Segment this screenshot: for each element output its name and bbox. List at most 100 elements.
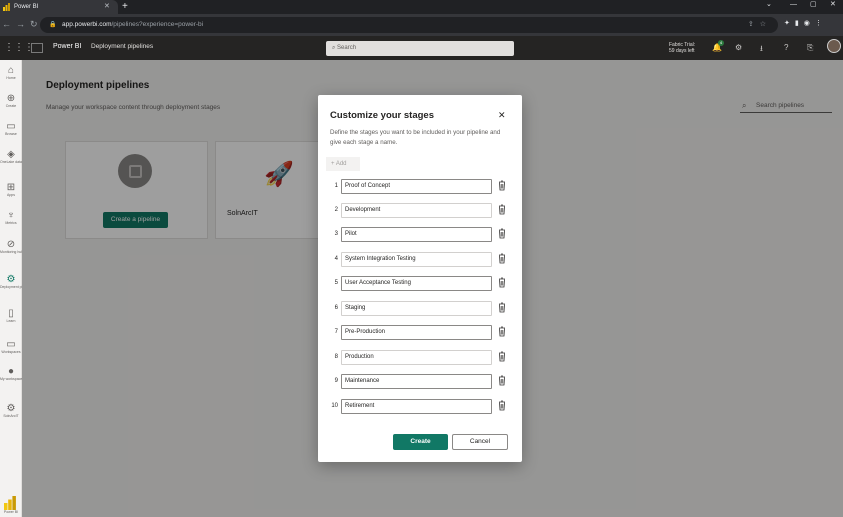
stage-name-input[interactable]: User Acceptance Testing [341, 276, 492, 291]
app-name[interactable]: Power BI [53, 43, 81, 50]
app-launcher-icon[interactable]: ⋮⋮⋮ [4, 42, 34, 53]
stage-name-input[interactable]: Production [341, 350, 492, 365]
maximize-icon[interactable]: ▢ [810, 0, 817, 10]
left-nav-rail: ⌂Home ⊕Create ▭Browse ◈OneLake data hub … [0, 60, 22, 517]
create-button[interactable]: Create [393, 434, 448, 450]
stage-row: 7 Pre-Production [318, 325, 522, 340]
delete-stage-icon[interactable] [498, 204, 506, 215]
add-stage-button[interactable]: + Add [326, 157, 360, 171]
delete-stage-icon[interactable] [498, 326, 506, 337]
delete-stage-icon[interactable] [498, 375, 506, 386]
nav-learn[interactable]: ▯ Learn [0, 308, 22, 324]
stage-name-input[interactable]: Proof of Concept [341, 179, 492, 194]
download-icon[interactable]: ⭳ [760, 43, 763, 57]
delete-stage-icon[interactable] [498, 180, 506, 191]
dialog-title: Customize your stages [330, 110, 434, 121]
pipeline-icon: ⚙ [6, 274, 16, 285]
header-search-placeholder: Search [337, 45, 357, 51]
nav-browse[interactable]: ▭ Browse [0, 121, 22, 137]
back-icon[interactable]: ← [2, 19, 11, 29]
nav-my-workspace[interactable]: ● My workspace [0, 366, 22, 382]
search-icon: ⌕ [332, 45, 336, 51]
stage-name-input[interactable]: Maintenance [341, 374, 492, 389]
profile-avatar[interactable] [827, 39, 841, 53]
nav-create[interactable]: ⊕ Create [0, 93, 22, 109]
nav-workspaces[interactable]: ▭ Workspaces [0, 339, 22, 355]
omnibox-actions[interactable]: ⇪☆ [748, 17, 772, 33]
nav-deployment-pipelines[interactable]: ⚙Deployment pipelines [0, 274, 22, 290]
stage-number: 10 [331, 403, 338, 409]
powerbi-logo-label: Power BI [3, 510, 19, 514]
stage-row: 9 Maintenance [318, 374, 522, 389]
nav-apps[interactable]: ⊞ Apps [0, 182, 22, 198]
stage-row: 4 System Integration Testing [318, 252, 522, 267]
create-icon: ⊕ [6, 93, 16, 104]
breadcrumb: Deployment pipelines [91, 43, 154, 50]
forward-icon[interactable]: → [16, 19, 25, 29]
delete-stage-icon[interactable] [498, 302, 506, 313]
stage-name-input[interactable]: Pilot [341, 227, 492, 242]
url-path: /pipelines?experience=power-bi [111, 21, 204, 28]
delete-stage-icon[interactable] [498, 351, 506, 362]
dialog-description: Define the stages you want to be include… [330, 129, 501, 146]
close-tab-icon[interactable]: ✕ [104, 0, 110, 14]
customize-stages-dialog: Customize your stages ✕ Define the stage… [318, 95, 522, 462]
powerbi-favicon-icon [3, 3, 10, 11]
stage-number: 6 [334, 305, 338, 311]
nav-solnarcit[interactable]: ⚙ SolnArcIT [0, 403, 22, 419]
cancel-button[interactable]: Cancel [452, 434, 508, 450]
close-icon[interactable]: ✕ [498, 110, 506, 121]
stage-name-input[interactable]: System Integration Testing [341, 252, 492, 267]
learn-book-icon: ▯ [8, 308, 14, 319]
browser-tab[interactable]: Power BI ✕ [0, 0, 118, 14]
stage-row: 6 Staging [318, 301, 522, 316]
stage-row: 1 Proof of Concept [318, 179, 522, 194]
nav-onelake[interactable]: ◈OneLake data hub [0, 149, 22, 165]
stage-number: 9 [334, 378, 338, 384]
nav-monitoring[interactable]: ⊘ Monitoring hub [0, 239, 22, 255]
close-window-icon[interactable]: ✕ [830, 0, 836, 10]
user-avatar-icon: ● [7, 366, 15, 377]
delete-stage-icon[interactable] [498, 228, 506, 239]
trial-line-2: 59 days left [669, 48, 695, 54]
apps-icon: ⊞ [6, 182, 16, 193]
browse-icon: ▭ [6, 121, 16, 132]
reload-icon[interactable]: ↻ [30, 19, 38, 30]
url-host: app.powerbi.com [62, 21, 112, 28]
metrics-trophy-icon: ♆ [7, 210, 15, 221]
delete-stage-icon[interactable] [498, 400, 506, 411]
trial-status[interactable]: Fabric Trial: 59 days left [669, 42, 695, 54]
extensions-icons[interactable]: ✦▮◉⋮ [784, 19, 827, 27]
nav-home[interactable]: ⌂ Home [0, 65, 22, 81]
header-search-input[interactable]: ⌕ Search [326, 41, 514, 56]
home-icon: ⌂ [7, 65, 15, 76]
tab-title: Power BI [14, 4, 39, 10]
workspace-icon [31, 43, 43, 53]
onelake-icon: ◈ [7, 149, 15, 160]
share-icon[interactable]: ⎘ [807, 43, 813, 53]
workspaces-icon: ▭ [6, 339, 16, 350]
stage-row: 2 Development [318, 203, 522, 218]
monitoring-icon: ⊘ [6, 239, 16, 250]
stage-row: 3 Pilot [318, 227, 522, 242]
stage-number: 5 [334, 280, 338, 286]
url-field[interactable]: 🔒 app.powerbi.com/pipelines?experience=p… [40, 17, 778, 33]
minimize-icon[interactable]: — [790, 0, 797, 10]
stage-name-input[interactable]: Staging [341, 301, 492, 316]
nav-metrics[interactable]: ♆ Metrics [0, 210, 22, 226]
address-bar-row: ← → ↻ 🔒 app.powerbi.com/pipelines?experi… [0, 14, 843, 36]
stage-row: 8 Production [318, 350, 522, 365]
stage-name-input[interactable]: Pre-Production [341, 325, 492, 340]
delete-stage-icon[interactable] [498, 253, 506, 264]
stage-number: 4 [334, 256, 338, 262]
new-tab-icon[interactable]: + [122, 0, 128, 14]
stage-name-input[interactable]: Development [341, 203, 492, 218]
pipeline-item-icon: ⚙ [6, 403, 16, 414]
delete-stage-icon[interactable] [498, 277, 506, 288]
settings-gear-icon[interactable]: ⚙ [735, 43, 742, 52]
powerbi-logo-icon [4, 496, 16, 510]
tab-search-icon[interactable]: ⌄ [766, 0, 772, 10]
stage-name-input[interactable]: Retirement [341, 399, 492, 414]
stage-row: 10 Retirement [318, 399, 522, 414]
help-icon[interactable]: ? [784, 43, 788, 52]
